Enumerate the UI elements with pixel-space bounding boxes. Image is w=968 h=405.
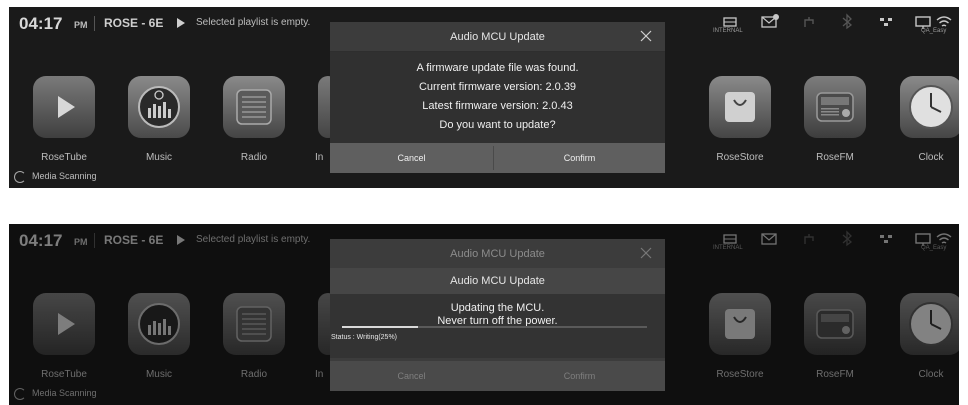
- radio-icon: [236, 89, 272, 125]
- app-label-rosetube: RoseTube: [41, 152, 87, 163]
- rosestore-app[interactable]: [709, 76, 771, 138]
- wifi-label: QA_Easy: [921, 28, 947, 34]
- clock-icon: [909, 85, 953, 129]
- confirm-button[interactable]: Confirm: [494, 143, 665, 173]
- internal-label: INTERNAL: [713, 28, 743, 34]
- progress-panel-title: Audio MCU Update: [450, 275, 545, 287]
- progress-bar: [342, 326, 647, 328]
- store-bag-icon: [725, 92, 755, 122]
- dialog-title-dimmed: Audio MCU Update: [450, 248, 545, 260]
- home-screen-updating: 04:17 PM ROSE - 6E Selected playlist is …: [9, 224, 959, 405]
- mcu-update-progress-dialog: Audio MCU Update Audio MCU Update Updati…: [330, 239, 665, 391]
- app-label-radio: Radio: [240, 152, 268, 163]
- music-app[interactable]: [128, 76, 190, 138]
- home-screen-firmware-prompt: 04:17 PM ROSE - 6E Selected playlist is …: [9, 7, 959, 188]
- message-line-2: Current firmware version: 2.0.39: [418, 81, 577, 93]
- cancel-button: Cancel: [397, 371, 426, 381]
- usb-icon[interactable]: [799, 13, 819, 31]
- update-status-text: Status : Writing(25%): [331, 334, 398, 341]
- fm-radio-icon: [816, 92, 854, 122]
- app-label-rosestore: RoseStore: [716, 152, 764, 163]
- dialog-body: A firmware update file was found. Curren…: [330, 52, 665, 143]
- app-label-rosefm: RoseFM: [816, 152, 854, 163]
- message-line-1: A firmware update file was found.: [416, 62, 579, 74]
- confirm-button: Confirm: [563, 371, 596, 381]
- dialog-title: Audio MCU Update: [450, 31, 545, 43]
- close-icon[interactable]: [639, 29, 653, 43]
- network-icon[interactable]: [876, 13, 896, 31]
- cancel-button[interactable]: Cancel: [330, 143, 493, 173]
- close-icon: [639, 246, 653, 260]
- media-scanning-label: Media Scanning: [32, 171, 97, 181]
- dialog-button-bar: Cancel Confirm: [330, 143, 665, 173]
- device-name[interactable]: ROSE - 6E: [104, 16, 163, 30]
- clock-ampm: PM: [74, 20, 88, 30]
- radio-app[interactable]: [223, 76, 285, 138]
- playlist-status: Selected playlist is empty.: [196, 17, 311, 28]
- clock-app[interactable]: [900, 76, 959, 138]
- progress-panel: Audio MCU Update Updating the MCU. Never…: [330, 268, 665, 358]
- app-label-clock: Clock: [918, 152, 944, 163]
- dialog-header: Audio MCU Update: [330, 239, 665, 269]
- status-divider: [94, 16, 95, 31]
- rosefm-app[interactable]: [804, 76, 866, 138]
- spinner-icon: [14, 171, 26, 183]
- message-line-1: Updating the MCU.: [450, 302, 545, 314]
- dialog-header: Audio MCU Update: [330, 22, 665, 52]
- firmware-update-dialog: Audio MCU Update A firmware update file …: [330, 22, 665, 173]
- message-line-3: Latest firmware version: 2.0.43: [422, 100, 573, 112]
- progress-panel-header: Audio MCU Update: [330, 268, 665, 294]
- music-icon: [138, 86, 180, 128]
- play-icon[interactable]: [177, 18, 185, 28]
- bluetooth-icon[interactable]: [837, 13, 857, 31]
- mail-notification-icon[interactable]: [760, 13, 780, 31]
- rosetube-app[interactable]: [33, 76, 95, 138]
- app-label-music: Music: [145, 152, 173, 163]
- progress-bar-fill: [342, 326, 419, 328]
- dialog-button-bar: Cancel Confirm: [330, 361, 665, 391]
- clock-time: 04:17: [19, 14, 63, 33]
- message-line-4: Do you want to update?: [439, 119, 556, 131]
- play-icon: [58, 96, 75, 118]
